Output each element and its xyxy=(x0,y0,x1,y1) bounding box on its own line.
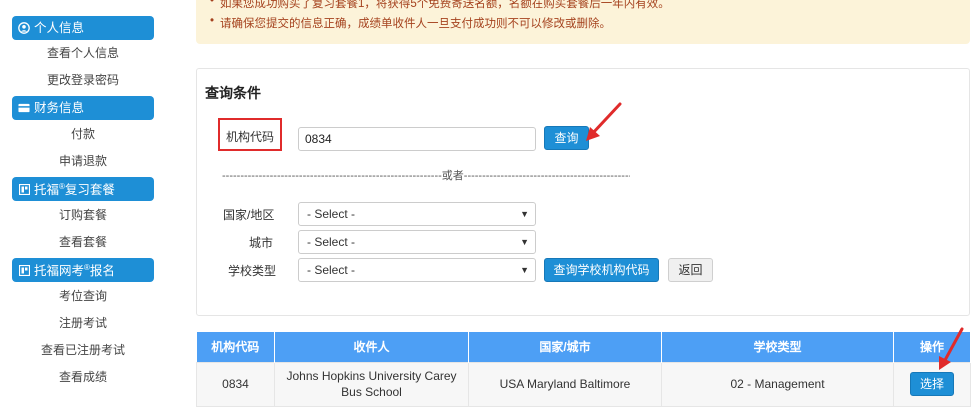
school-type-label: 学校类型 xyxy=(228,264,277,278)
user-circle-icon xyxy=(18,22,30,34)
notice-line: 如果您成功购买了复习套餐1，将获得5个免费寄送名额，名额在购买套餐后一年内有效。 xyxy=(210,0,670,11)
institution-code-input[interactable] xyxy=(298,127,536,151)
column-header: 机构代码 xyxy=(196,332,275,362)
panel-title: 查询条件 xyxy=(205,85,261,101)
sidebar-item-change-password[interactable]: 更改登录密码 xyxy=(12,72,154,88)
cell-school-type: 02 - Management xyxy=(661,361,894,407)
notice-box: 如果您成功购买了复习套餐1，将获得5个免费寄送名额，名额在购买套餐后一年内有效。… xyxy=(196,0,970,44)
chevron-down-icon: ▼ xyxy=(520,237,529,247)
section-toefl-prep[interactable]: 托福®复习套餐 xyxy=(12,177,154,201)
results-table: 机构代码 收件人 国家/城市 学校类型 操作 0834 Johns Hopkin… xyxy=(196,332,971,407)
select-value: - Select - xyxy=(307,235,356,249)
school-type-select[interactable]: - Select - ▼ xyxy=(298,258,536,282)
cell-code: 0834 xyxy=(196,361,275,407)
book-icon xyxy=(18,264,30,276)
section-title: 托福®复习套餐 xyxy=(34,182,115,198)
cell-location: USA Maryland Baltimore xyxy=(468,361,662,407)
query-panel: 查询条件 机构代码 查询 ---------------------------… xyxy=(196,68,970,316)
notice-line: 请确保您提交的信息正确，成绩单收件人一旦支付成功则不可以修改或删除。 xyxy=(210,15,611,31)
chevron-down-icon: ▼ xyxy=(520,265,529,275)
chevron-down-icon: ▼ xyxy=(520,209,529,219)
credit-card-icon xyxy=(18,102,30,114)
select-button[interactable]: 选择 xyxy=(910,372,954,396)
institution-code-label: 机构代码 xyxy=(226,130,275,144)
column-header: 收件人 xyxy=(274,332,469,362)
sidebar-item-registered-exams[interactable]: 查看已注册考试 xyxy=(12,342,154,358)
column-header: 学校类型 xyxy=(661,332,894,362)
cell-action: 选择 xyxy=(893,361,971,407)
country-label: 国家/地区 xyxy=(223,208,275,222)
sidebar-item-view-scores[interactable]: 查看成绩 xyxy=(12,369,154,385)
select-value: - Select - xyxy=(307,263,356,277)
column-header: 国家/城市 xyxy=(468,332,662,362)
or-divider: ----------------------------------------… xyxy=(222,170,630,182)
section-toefl-register[interactable]: 托福网考®报名 xyxy=(12,258,154,282)
sidebar-item-payment[interactable]: 付款 xyxy=(12,126,154,142)
find-institution-code-button[interactable]: 查询学校机构代码 xyxy=(544,258,659,282)
sidebar-item-view-profile[interactable]: 查看个人信息 xyxy=(12,45,154,61)
sidebar: 个人信息 查看个人信息 更改登录密码 财务信息 付款 申请退款 托福®复习套餐 … xyxy=(0,0,165,413)
sidebar-item-register-exam[interactable]: 注册考试 xyxy=(12,315,154,331)
sidebar-item-order-package[interactable]: 订购套餐 xyxy=(12,207,154,223)
sidebar-item-seat-search[interactable]: 考位查询 xyxy=(12,288,154,304)
city-label: 城市 xyxy=(249,236,274,250)
search-button[interactable]: 查询 xyxy=(544,126,589,150)
column-header: 操作 xyxy=(893,332,971,362)
book-icon xyxy=(18,183,30,195)
sidebar-item-refund[interactable]: 申请退款 xyxy=(12,153,154,169)
country-select[interactable]: - Select - ▼ xyxy=(298,202,536,226)
cell-recipient: Johns Hopkins University Carey Bus Schoo… xyxy=(274,361,469,407)
section-title: 财务信息 xyxy=(34,101,85,115)
section-finance[interactable]: 财务信息 xyxy=(12,96,154,120)
section-title: 托福网考®报名 xyxy=(34,263,115,279)
sidebar-item-view-package[interactable]: 查看套餐 xyxy=(12,234,154,250)
section-personal-info[interactable]: 个人信息 xyxy=(12,16,154,40)
table-row: 0834 Johns Hopkins University Carey Bus … xyxy=(196,361,971,407)
back-button[interactable]: 返回 xyxy=(668,258,713,282)
table-header-row: 机构代码 收件人 国家/城市 学校类型 操作 xyxy=(196,332,971,362)
section-title: 个人信息 xyxy=(34,21,85,35)
city-select[interactable]: - Select - ▼ xyxy=(298,230,536,254)
select-value: - Select - xyxy=(307,207,356,221)
